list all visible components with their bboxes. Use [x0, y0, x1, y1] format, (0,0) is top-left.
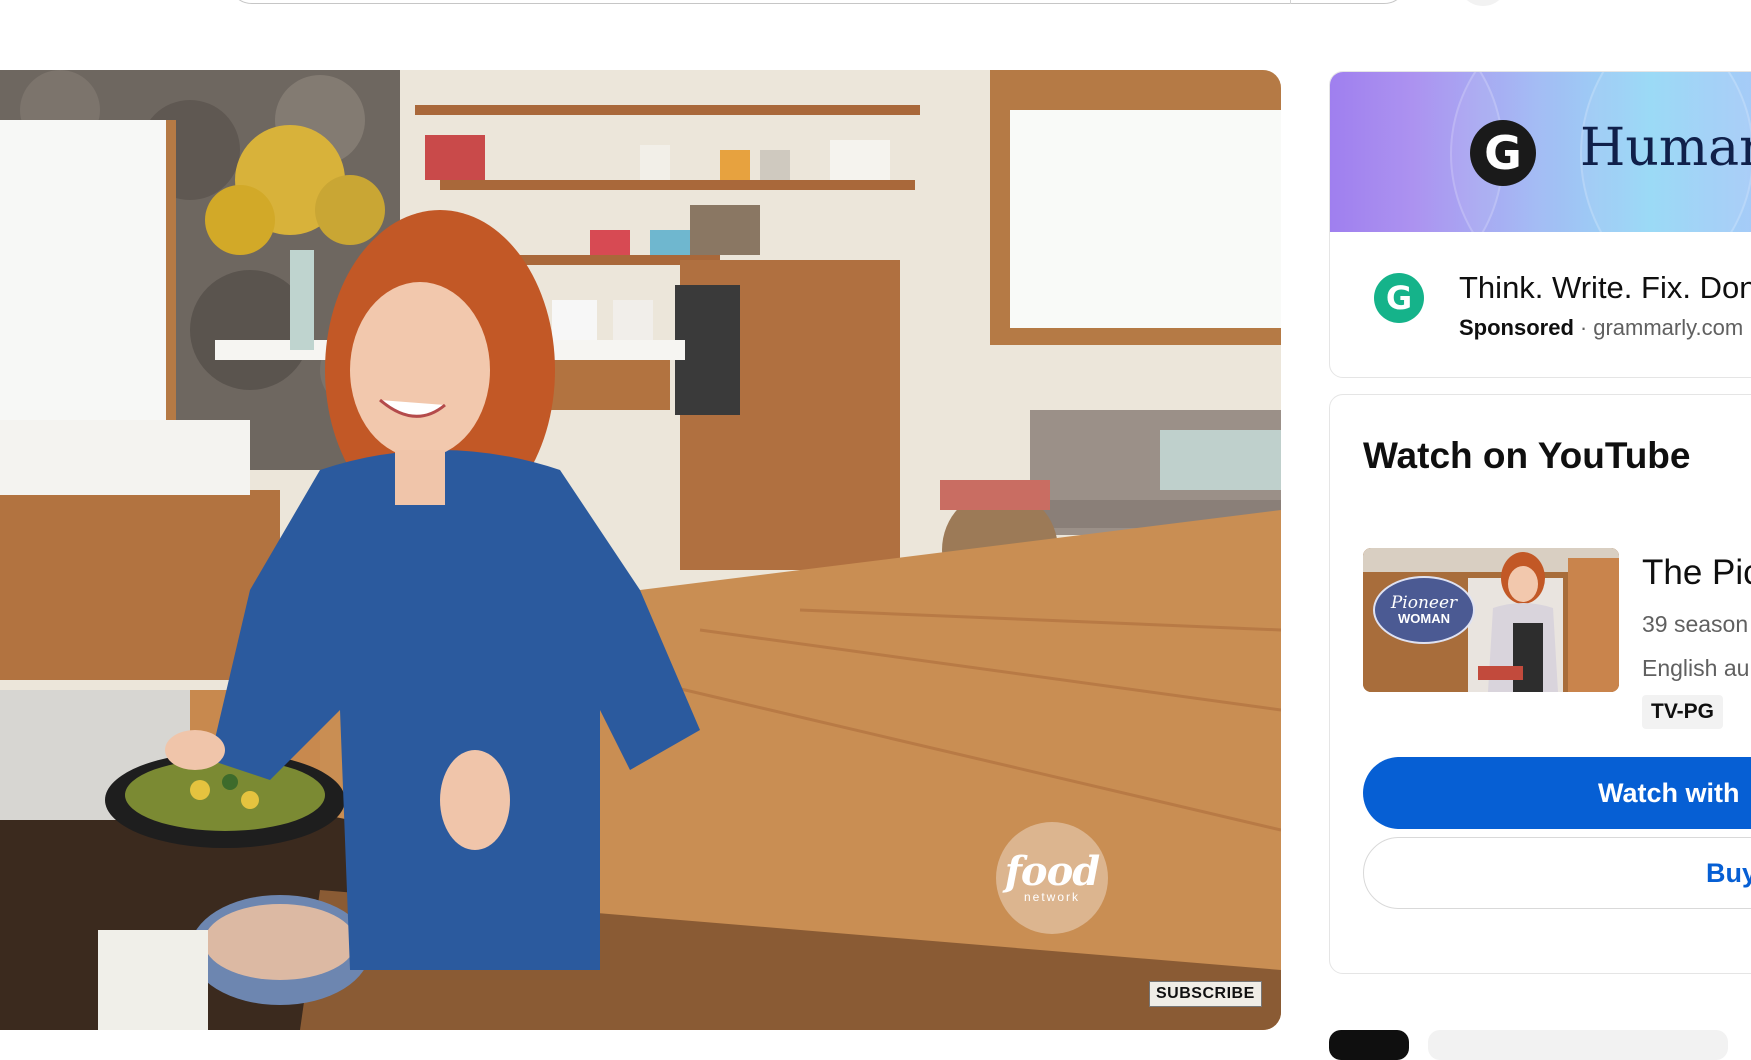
ad-banner[interactable]: G Human [1330, 72, 1751, 232]
ad-headline[interactable]: Think. Write. Fix. Don [1459, 270, 1751, 306]
advertiser-avatar-icon[interactable]: G [1374, 273, 1424, 323]
watch-with-button[interactable]: Watch with [1363, 757, 1751, 829]
pioneer-woman-logo: Pioneer WOMAN [1373, 576, 1475, 644]
filter-chip-all[interactable] [1329, 1030, 1409, 1060]
video-player[interactable]: food network SUBSCRIBE [0, 70, 1281, 1030]
ad-sponsor-line: Sponsored · grammarly.com [1459, 315, 1743, 341]
watch-card-title: Watch on YouTube [1363, 435, 1691, 476]
show-seasons: 39 season [1642, 611, 1749, 637]
watermark-main-text: food [1004, 848, 1101, 895]
watermark-sub-text: network [1023, 890, 1081, 904]
show-audio: English au [1642, 655, 1750, 681]
search-box[interactable] [228, 0, 1408, 4]
sponsored-label: Sponsored [1459, 315, 1574, 340]
thumb-logo-line1: Pioneer [1390, 593, 1458, 613]
show-thumbnail[interactable]: Pioneer WOMAN [1363, 548, 1619, 692]
buy-button[interactable]: Buy [1363, 837, 1751, 909]
subscribe-overlay-button[interactable]: SUBSCRIBE [1149, 981, 1262, 1007]
watch-on-youtube-card: Watch on YouTube Pioneer WOMAN The Pic 3… [1329, 394, 1751, 974]
filter-chip[interactable] [1428, 1030, 1728, 1060]
ad-domain: grammarly.com [1593, 315, 1744, 340]
search-divider [1290, 0, 1291, 4]
sponsored-ad-card[interactable]: G Human G Think. Write. Fix. Don Sponsor… [1329, 71, 1751, 378]
separator-dot: · [1579, 315, 1588, 340]
food-network-watermark[interactable]: food network [996, 822, 1108, 934]
ad-banner-text: Human [1580, 118, 1751, 178]
voice-search-button[interactable] [1458, 0, 1508, 6]
rating-badge: TV-PG [1642, 695, 1724, 729]
thumb-logo-line2: WOMAN [1398, 611, 1450, 626]
grammarly-logo-icon: G [1470, 120, 1536, 186]
show-title[interactable]: The Pic [1642, 553, 1751, 593]
